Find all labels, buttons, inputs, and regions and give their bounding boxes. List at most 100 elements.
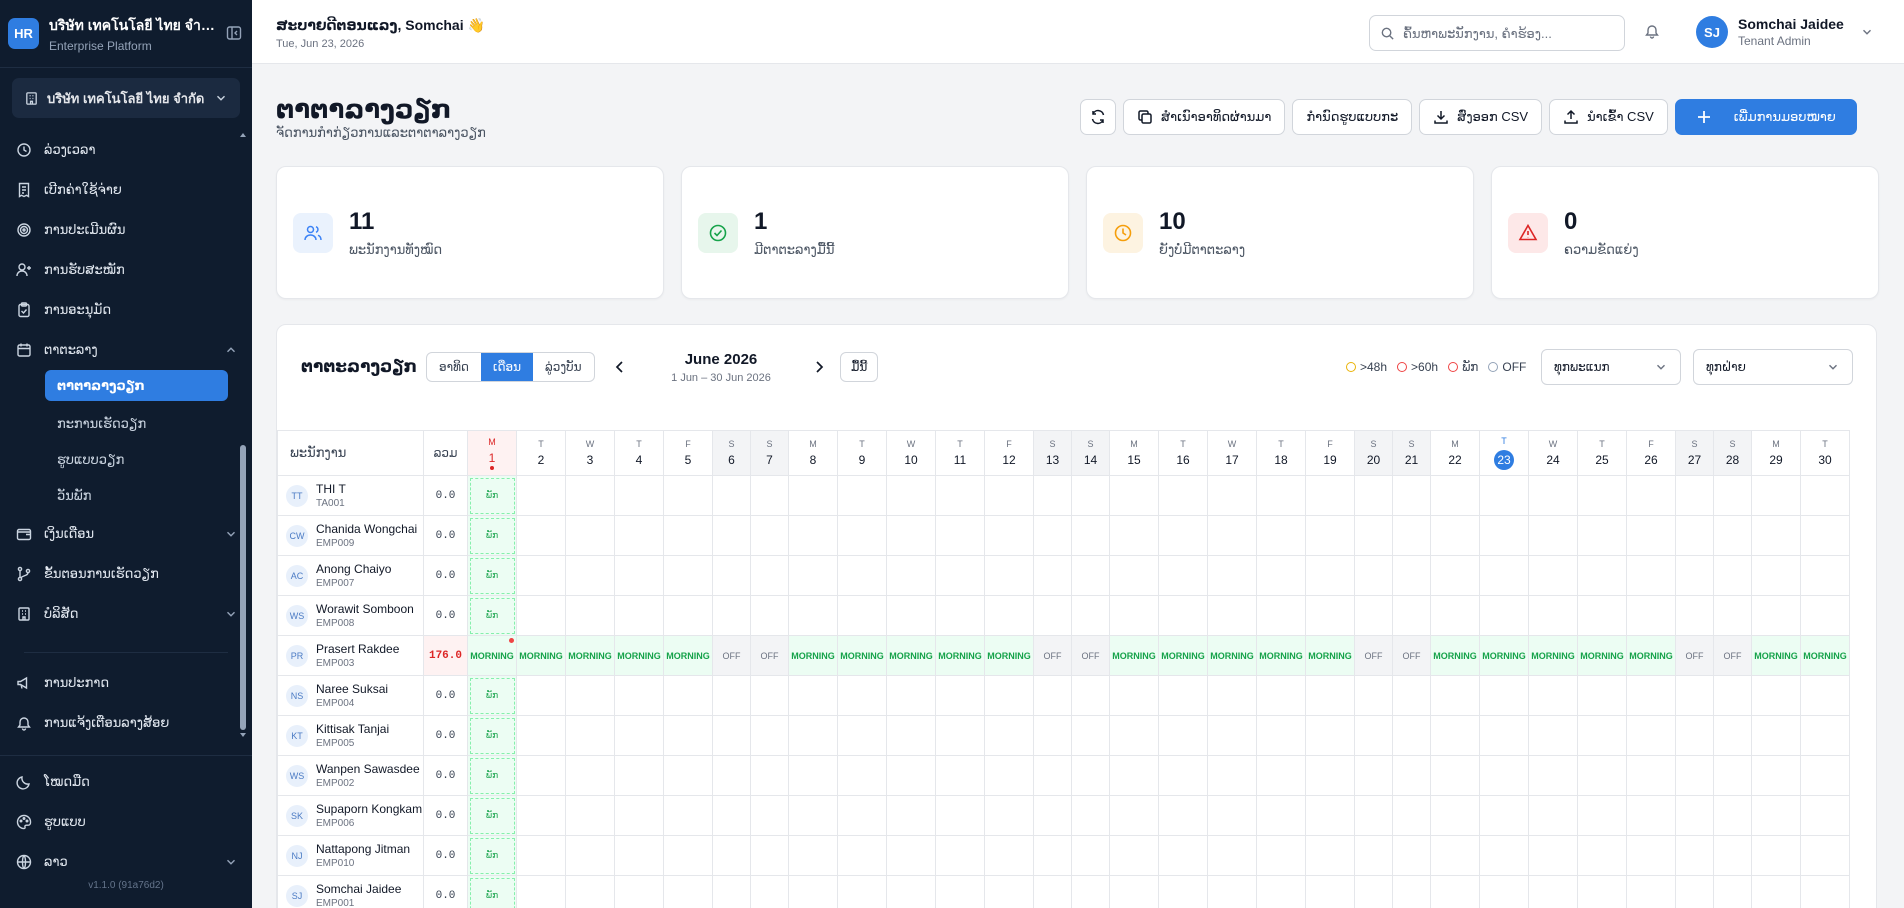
shift-cell[interactable] — [1528, 835, 1578, 876]
shift-cell[interactable] — [516, 595, 566, 636]
shift-cell[interactable]: MORNING — [467, 635, 517, 676]
shift-cell[interactable] — [1800, 875, 1850, 908]
shift-cell[interactable]: MORNING — [1479, 635, 1529, 676]
shift-cell[interactable] — [837, 515, 887, 556]
shift-cell[interactable] — [750, 475, 789, 516]
shift-cell[interactable] — [788, 595, 838, 636]
shift-cell[interactable] — [788, 475, 838, 516]
shift-cell[interactable] — [837, 795, 887, 836]
shift-cell[interactable] — [1158, 795, 1208, 836]
shift-cell[interactable] — [1430, 755, 1480, 796]
shift-cell[interactable] — [1158, 755, 1208, 796]
shift-cell[interactable] — [565, 515, 615, 556]
shift-cell[interactable] — [1751, 875, 1801, 908]
shift-cell[interactable] — [1256, 595, 1306, 636]
shift-cell[interactable] — [712, 515, 751, 556]
shift-cell[interactable]: OFF — [1354, 635, 1393, 676]
shift-cell[interactable] — [1713, 875, 1752, 908]
shift-cell[interactable] — [1626, 515, 1676, 556]
shift-cell[interactable] — [1479, 675, 1529, 716]
shift-cell[interactable] — [1430, 515, 1480, 556]
today-button[interactable]: ມື້ນີ້ — [840, 352, 879, 382]
shift-cell[interactable] — [1751, 555, 1801, 596]
shift-cell[interactable] — [712, 475, 751, 516]
shift-cell[interactable] — [663, 555, 713, 596]
shift-cell[interactable]: ພັກ — [467, 675, 517, 716]
shift-cell[interactable] — [1626, 675, 1676, 716]
shift-cell[interactable] — [1305, 675, 1355, 716]
shift-cell[interactable] — [1305, 555, 1355, 596]
shift-cell[interactable] — [712, 795, 751, 836]
shift-cell[interactable]: MORNING — [1626, 635, 1676, 676]
shift-cell[interactable] — [1577, 515, 1627, 556]
view-month[interactable]: ເດືອນ — [480, 353, 533, 381]
sidebar-item-overtime[interactable]: ລ່ວງເວລາ — [0, 130, 252, 170]
shift-cell[interactable] — [1354, 675, 1393, 716]
shift-cell[interactable] — [1528, 675, 1578, 716]
shift-cell[interactable] — [1158, 515, 1208, 556]
shift-cell[interactable]: ພັກ — [467, 875, 517, 908]
set-pattern-button[interactable]: ກຳນົດຮູບແບບກະ — [1292, 99, 1413, 135]
shift-cell[interactable]: ພັກ — [467, 795, 517, 836]
shift-cell[interactable] — [886, 715, 936, 756]
shift-cell[interactable] — [565, 835, 615, 876]
shift-cell[interactable]: MORNING — [935, 635, 985, 676]
shift-cell[interactable] — [663, 755, 713, 796]
shift-cell[interactable]: ພັກ — [467, 555, 517, 596]
shift-cell[interactable] — [1713, 555, 1752, 596]
shift-cell[interactable] — [984, 875, 1034, 908]
shift-cell[interactable] — [1675, 875, 1714, 908]
shift-cell[interactable] — [1751, 795, 1801, 836]
shift-cell[interactable] — [1305, 595, 1355, 636]
shift-cell[interactable] — [750, 795, 789, 836]
shift-cell[interactable] — [614, 795, 664, 836]
shift-cell[interactable] — [1109, 715, 1159, 756]
shift-cell[interactable] — [614, 715, 664, 756]
employee-cell[interactable]: PR Prasert Rakdee EMP003 — [277, 635, 424, 676]
shift-cell[interactable] — [1207, 755, 1257, 796]
global-search[interactable] — [1369, 15, 1625, 51]
shift-cell[interactable]: OFF — [712, 635, 751, 676]
shift-cell[interactable] — [565, 555, 615, 596]
shift-cell[interactable]: OFF — [1713, 635, 1752, 676]
shift-cell[interactable]: MORNING — [984, 635, 1034, 676]
shift-cell[interactable]: OFF — [750, 635, 789, 676]
shift-cell[interactable] — [837, 755, 887, 796]
shift-cell[interactable] — [1109, 795, 1159, 836]
shift-cell[interactable] — [1626, 595, 1676, 636]
shift-cell[interactable] — [1158, 595, 1208, 636]
shift-cell[interactable]: OFF — [1675, 635, 1714, 676]
sidebar-item-approvals[interactable]: ການອະນຸມັດ — [0, 290, 252, 330]
shift-cell[interactable] — [1033, 675, 1072, 716]
shift-cell[interactable] — [984, 795, 1034, 836]
shift-cell[interactable] — [1577, 835, 1627, 876]
collapse-sidebar-icon[interactable] — [226, 25, 244, 43]
shift-cell[interactable] — [614, 475, 664, 516]
shift-cell[interactable] — [1256, 475, 1306, 516]
sidebar-item-notifications[interactable]: ການແຈ້ງເຕືອນລາງສ້ອຍ — [0, 703, 252, 740]
dark-mode-toggle[interactable]: ໂໝດມືດ — [0, 762, 252, 802]
shift-cell[interactable] — [750, 555, 789, 596]
shift-cell[interactable] — [886, 875, 936, 908]
shift-cell[interactable] — [712, 715, 751, 756]
shift-cell[interactable] — [1479, 515, 1529, 556]
shift-cell[interactable] — [1430, 795, 1480, 836]
shift-cell[interactable] — [1392, 515, 1431, 556]
shift-cell[interactable] — [1109, 555, 1159, 596]
shift-cell[interactable] — [565, 755, 615, 796]
shift-cell[interactable] — [1207, 595, 1257, 636]
shift-cell[interactable] — [663, 715, 713, 756]
sidebar-subitem-patterns[interactable]: ຮູບແບບວຽກ — [0, 442, 252, 478]
sidebar-item-recruitment[interactable]: ການຮັບສະໝັກ — [0, 250, 252, 290]
shift-cell[interactable] — [1675, 835, 1714, 876]
shift-cell[interactable] — [1207, 515, 1257, 556]
employee-cell[interactable]: AC Anong Chaiyo EMP007 — [277, 555, 424, 596]
shift-cell[interactable] — [984, 595, 1034, 636]
shift-cell[interactable] — [1109, 835, 1159, 876]
shift-cell[interactable] — [1626, 555, 1676, 596]
shift-cell[interactable] — [1751, 595, 1801, 636]
shift-cell[interactable] — [1528, 515, 1578, 556]
shift-cell[interactable] — [935, 675, 985, 716]
shift-cell[interactable] — [788, 875, 838, 908]
shift-cell[interactable] — [750, 515, 789, 556]
